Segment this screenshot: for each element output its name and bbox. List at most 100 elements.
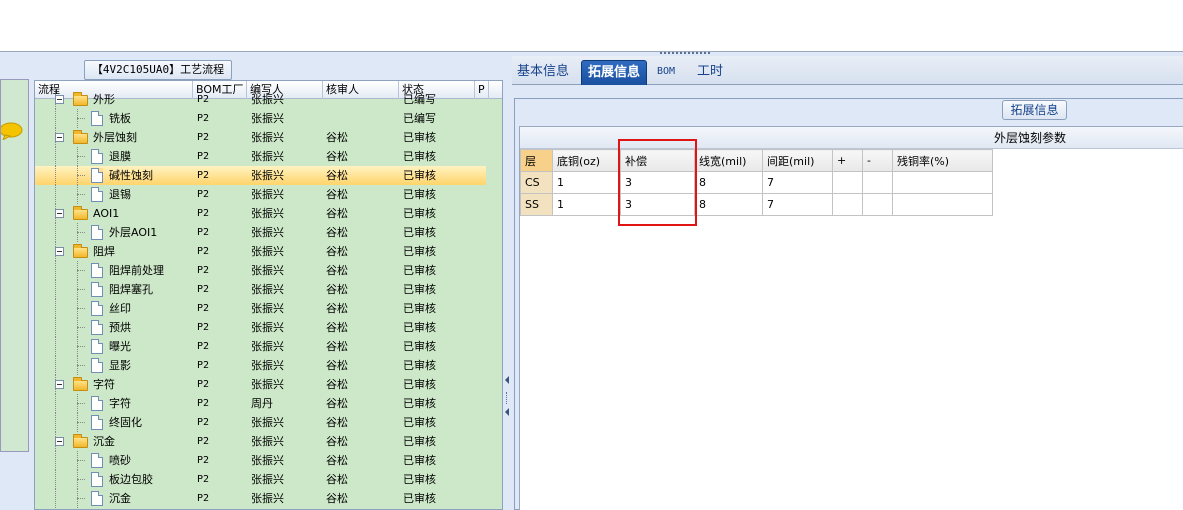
tree-node-label: 阻焊 (93, 245, 115, 258)
residual-copper-cell[interactable] (892, 193, 993, 216)
collapse-toggle-icon[interactable] (55, 133, 64, 142)
collapse-toggle-icon[interactable] (55, 437, 64, 446)
tree-row[interactable]: 板边包胶 P2 张振兴 谷松 已审核 (35, 470, 486, 489)
line-width-cell[interactable]: 8 (694, 193, 763, 216)
line-width-cell[interactable]: 8 (694, 171, 763, 194)
col-header-residual-copper[interactable]: 残铜率(%) (892, 149, 993, 172)
tree-node[interactable]: AOI1 (35, 204, 190, 223)
writer-cell: 张振兴 (251, 321, 284, 334)
tree-node-label: 阻焊前处理 (109, 264, 164, 277)
tree-node[interactable]: 外层AOI1 (35, 223, 190, 242)
tree-row[interactable]: 阻焊 P2 张振兴 谷松 已审核 (35, 242, 486, 261)
col-header-line-width[interactable]: 线宽(mil) (694, 149, 763, 172)
tree-node[interactable]: 阻焊塞孔 (35, 280, 190, 299)
panel-splitter[interactable] (503, 52, 512, 510)
tab-extended-info[interactable]: 拓展信息 (581, 60, 647, 85)
collapse-left-arrow-icon[interactable] (505, 376, 509, 384)
tree-node[interactable]: 阻焊 (35, 242, 190, 261)
tree-row[interactable]: 外形 P2 张振兴 已编写 (35, 90, 486, 109)
tree-node[interactable]: 阻焊前处理 (35, 261, 190, 280)
tree-connector-vertical (77, 223, 78, 242)
etching-params-grid[interactable]: 外层蚀刻参数 层 底铜(oz) 补偿 线宽(mil) 间距(mil) + - 残… (519, 126, 1183, 510)
tree-row[interactable]: 阻焊前处理 P2 张振兴 谷松 已审核 (35, 261, 486, 280)
plus-cell[interactable] (832, 193, 863, 216)
tree-row[interactable]: 外层蚀刻 P2 张振兴 谷松 已审核 (35, 128, 486, 147)
col-header-spacing[interactable]: 间距(mil) (762, 149, 833, 172)
tree-row[interactable]: AOI1 P2 张振兴 谷松 已审核 (35, 204, 486, 223)
tree-row[interactable]: 显影 P2 张振兴 谷松 已审核 (35, 356, 486, 375)
tree-row[interactable]: 退膜 P2 张振兴 谷松 已审核 (35, 147, 486, 166)
params-table[interactable]: 层 底铜(oz) 补偿 线宽(mil) 间距(mil) + - 残铜率(%) C… (520, 149, 993, 216)
compensation-cell[interactable]: 3 (620, 171, 695, 194)
chat-bubble-icon[interactable] (1, 122, 23, 140)
layer-cell[interactable]: CS (520, 171, 553, 194)
tree-row[interactable]: 沉金 P2 张振兴 谷松 已审核 (35, 489, 486, 508)
residual-copper-cell[interactable] (892, 171, 993, 194)
layer-cell[interactable]: SS (520, 193, 553, 216)
collapse-left-arrow-icon-2[interactable] (505, 408, 509, 416)
tab-work-hours[interactable]: 工时 (690, 60, 730, 85)
col-header-compensation[interactable]: 补偿 (620, 149, 695, 172)
status-cell: 已审核 (403, 454, 436, 467)
status-cell: 已审核 (403, 435, 436, 448)
tree-row[interactable]: 字符 P2 张振兴 谷松 已审核 (35, 375, 486, 394)
tree-node[interactable]: 终固化 (35, 413, 190, 432)
tree-node[interactable]: 字符 (35, 394, 190, 413)
tree-node[interactable]: 显影 (35, 356, 190, 375)
bom-factory-cell: P2 (197, 398, 210, 409)
minus-cell[interactable] (862, 171, 893, 194)
tree-row[interactable]: 沉金 P2 张振兴 谷松 已审核 (35, 432, 486, 451)
tree-row[interactable]: 曝光 P2 张振兴 谷松 已审核 (35, 337, 486, 356)
tree-connector-vertical (77, 318, 78, 337)
tree-node[interactable]: 曝光 (35, 337, 190, 356)
tree-node[interactable]: 退锡 (35, 185, 190, 204)
base-copper-cell[interactable]: 1 (552, 171, 621, 194)
tree-row[interactable]: 阻焊塞孔 P2 张振兴 谷松 已审核 (35, 280, 486, 299)
tree-row[interactable]: 退锡 P2 张振兴 谷松 已审核 (35, 185, 486, 204)
tree-node[interactable]: 退膜 (35, 147, 190, 166)
tree-node[interactable]: 板边包胶 (35, 470, 190, 489)
tree-row[interactable]: 碱性蚀刻 P2 张振兴 谷松 已审核 (35, 166, 486, 185)
tree-row[interactable]: 铣板 P2 张振兴 已编写 (35, 109, 486, 128)
tree-node[interactable]: 预烘 (35, 318, 190, 337)
reviewer-cell (326, 90, 396, 109)
spacing-cell[interactable]: 7 (762, 171, 833, 194)
spacing-cell[interactable]: 7 (762, 193, 833, 216)
tree-node[interactable]: 沉金 (35, 489, 190, 508)
col-header-plus[interactable]: + (832, 149, 863, 172)
collapse-toggle-icon[interactable] (55, 247, 64, 256)
writer-cell: 张振兴 (251, 416, 284, 429)
reviewer-cell: 谷松 (326, 283, 348, 296)
plus-cell[interactable] (832, 171, 863, 194)
tab-basic-info[interactable]: 基本信息 (514, 60, 572, 85)
tree-row[interactable]: 外层AOI1 P2 张振兴 谷松 已审核 (35, 223, 486, 242)
tree-row[interactable]: 终固化 P2 张振兴 谷松 已审核 (35, 413, 486, 432)
tree-node[interactable]: 喷砂 (35, 451, 190, 470)
params-row[interactable]: CS 1 3 8 7 (520, 171, 993, 194)
tree-node[interactable]: 碱性蚀刻 (35, 166, 190, 185)
base-copper-cell[interactable]: 1 (552, 193, 621, 216)
col-header-minus[interactable]: - (862, 149, 893, 172)
collapse-toggle-icon[interactable] (55, 380, 64, 389)
document-icon (91, 225, 103, 240)
tree-row[interactable]: 丝印 P2 张振兴 谷松 已审核 (35, 299, 486, 318)
tree-node[interactable]: 铣板 (35, 109, 190, 128)
tree-row[interactable]: 喷砂 P2 张振兴 谷松 已审核 (35, 451, 486, 470)
tab-bom[interactable]: BOM (649, 60, 683, 85)
tree-node[interactable]: 外层蚀刻 (35, 128, 190, 147)
params-row[interactable]: SS 1 3 8 7 (520, 193, 993, 216)
minus-cell[interactable] (862, 193, 893, 216)
col-header-layer[interactable]: 层 (520, 149, 553, 172)
collapse-toggle-icon[interactable] (55, 209, 64, 218)
tree-node[interactable]: 沉金 (35, 432, 190, 451)
tree-row[interactable]: 字符 P2 周丹 谷松 已审核 (35, 394, 486, 413)
compensation-cell[interactable]: 3 (620, 193, 695, 216)
splitter-grip-icon (506, 392, 509, 404)
process-tree-grid[interactable]: 流程 BOM工厂 编写人 核审人 状态 P 外形 P2 张振兴 已编写 铣板 P2 张振兴已… (34, 80, 503, 510)
tree-node[interactable]: 丝印 (35, 299, 190, 318)
tree-node[interactable]: 外形 (35, 90, 190, 109)
collapse-toggle-icon[interactable] (55, 95, 64, 104)
col-header-base-copper[interactable]: 底铜(oz) (552, 149, 621, 172)
tree-node[interactable]: 字符 (35, 375, 190, 394)
tree-row[interactable]: 预烘 P2 张振兴 谷松 已审核 (35, 318, 486, 337)
